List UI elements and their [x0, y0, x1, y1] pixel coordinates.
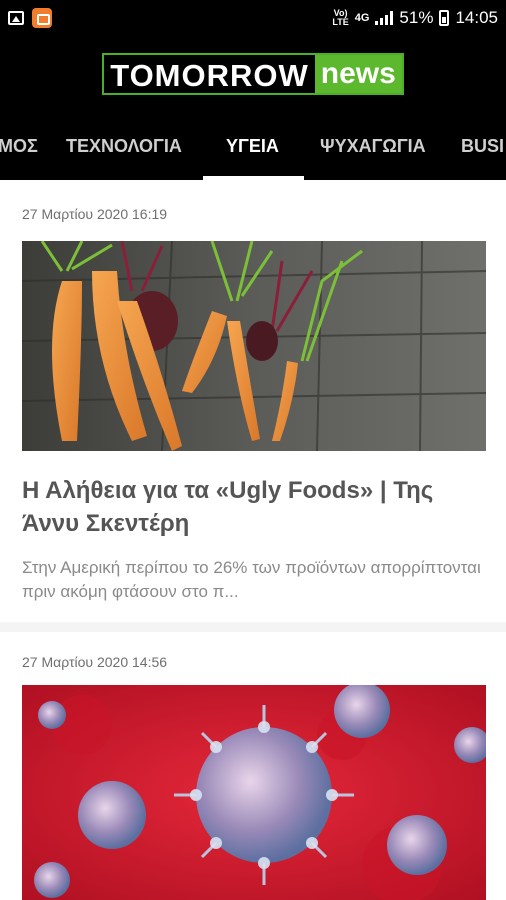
tab-entertainment[interactable]: ΨΥΧΑΓΩΓΙΑ	[320, 112, 426, 180]
app-header: TOMORROW news	[0, 36, 506, 112]
tab-partial-left[interactable]: ΜΟΣ	[0, 112, 38, 180]
article-card[interactable]: 27 Μαρτίου 2020 14:56	[0, 632, 506, 900]
tomorrow-news-logo[interactable]: TOMORROW news	[102, 53, 404, 95]
tab-business[interactable]: BUSI	[461, 112, 504, 180]
battery-icon	[439, 10, 450, 26]
network-type: 4G	[354, 12, 370, 24]
signal-icon	[375, 11, 394, 25]
battery-percent: 51%	[399, 8, 434, 27]
logo-sub-text: news	[314, 55, 402, 93]
app-notification-icon	[32, 8, 52, 28]
category-tabs: ΜΟΣ ΤΕΧΝΟΛΟΓΙΑ ΥΓΕΙΑ ΨΥΧΑΓΩΓΙΑ BUSI	[0, 112, 506, 180]
clock: 14:05	[455, 8, 498, 27]
article-title[interactable]: Η Αλήθεια για τα «Ugly Foods» | Της Άννυ…	[22, 474, 486, 540]
article-date: 27 Μαρτίου 2020 16:19	[22, 206, 168, 222]
article-image[interactable]	[22, 685, 486, 900]
gallery-notification-icon	[8, 11, 24, 25]
article-feed[interactable]: 27 Μαρτίου 2020 16:19 Η Αλήθεια για τα «…	[0, 180, 506, 900]
logo-main-text: TOMORROW	[104, 55, 315, 93]
tab-technology[interactable]: ΤΕΧΝΟΛΟΓΙΑ	[66, 112, 182, 180]
article-date: 27 Μαρτίου 2020 14:56	[22, 654, 168, 670]
article-image[interactable]	[22, 241, 486, 451]
article-excerpt: Στην Αμερική περίπου το 26% των προϊόντω…	[22, 558, 481, 601]
volte-indicator: Vo) LTE	[332, 8, 349, 27]
article-card[interactable]: 27 Μαρτίου 2020 16:19 Η Αλήθεια για τα «…	[0, 180, 506, 622]
tab-health[interactable]: ΥΓΕΙΑ	[226, 112, 279, 180]
status-bar: Vo) LTE 4G 51% 14:05	[0, 0, 506, 36]
